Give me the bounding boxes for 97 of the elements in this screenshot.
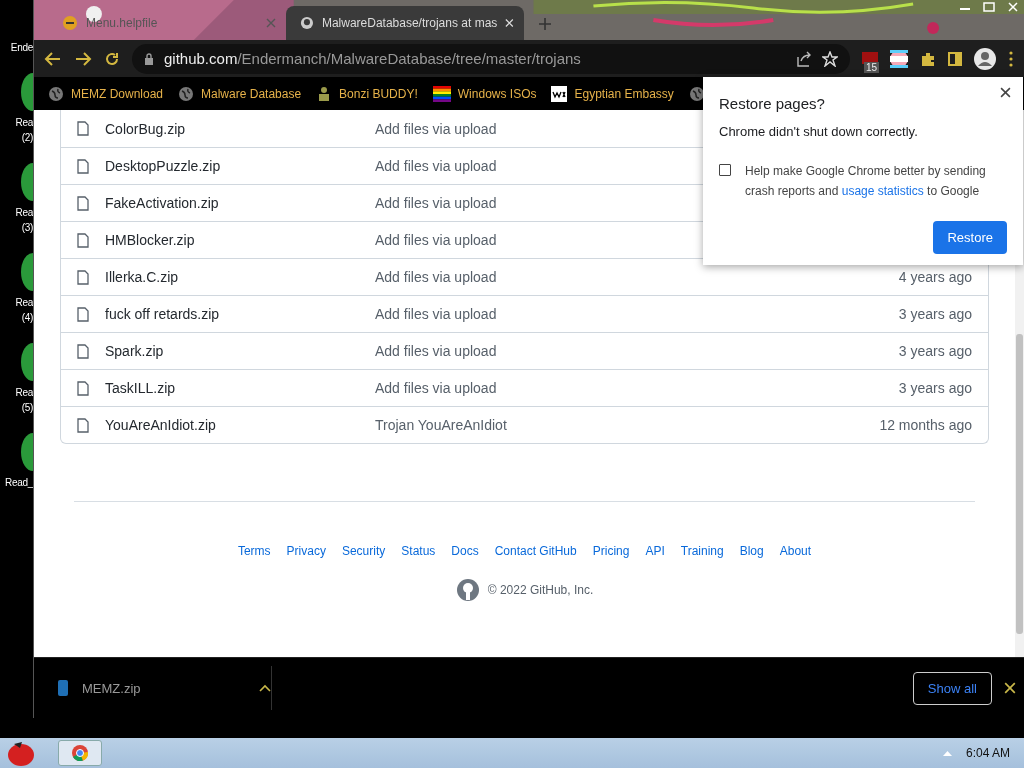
- bookmark[interactable]: Windows ISOs: [432, 85, 537, 102]
- lock-icon: [144, 52, 154, 65]
- clock[interactable]: 6:04 AM: [965, 746, 1010, 760]
- menu-icon[interactable]: [1008, 50, 1014, 67]
- taskbar-app-button[interactable]: [58, 740, 102, 766]
- file-icon: [77, 306, 89, 322]
- url-text: github.com/Endermanch/MalwareDatabase/tree/master/trojans: [164, 50, 582, 67]
- file-icon: [77, 417, 89, 433]
- maximize-icon[interactable]: [982, 2, 996, 12]
- bookmark[interactable]: Egyptian Embassy: [551, 85, 674, 102]
- puzzle-icon[interactable]: [920, 50, 936, 67]
- globe-icon: [178, 85, 195, 102]
- file-name-link[interactable]: HMBlocker.zip: [105, 232, 375, 248]
- checkbox[interactable]: [719, 164, 731, 176]
- time-text: 3 years ago: [898, 343, 972, 359]
- favicon-icon: [62, 15, 78, 31]
- close-window-icon[interactable]: [1006, 2, 1020, 12]
- forward-icon[interactable]: [74, 50, 92, 67]
- file-name-link[interactable]: Illerka.C.zip: [105, 269, 375, 285]
- commit-message-link[interactable]: Add files via upload: [375, 380, 899, 396]
- footer-link[interactable]: Security: [341, 544, 386, 558]
- file-icon: [77, 343, 89, 359]
- address-bar[interactable]: github.com/Endermanch/MalwareDatabase/tree/master/trojans: [132, 43, 850, 74]
- scroll-thumb[interactable]: [1016, 334, 1023, 634]
- footer-link[interactable]: Contact GitHub: [494, 544, 577, 558]
- time-text: 12 months ago: [879, 417, 972, 433]
- footer-link[interactable]: Training: [680, 544, 724, 558]
- back-icon[interactable]: [44, 50, 62, 67]
- browser-tab[interactable]: MalwareDatabase/trojans at mas: [286, 6, 524, 40]
- file-name-link[interactable]: YouAreAnIdiot.zip: [105, 417, 375, 433]
- file-icon: [77, 158, 89, 174]
- desktop-icon-label: Rea: [15, 206, 33, 220]
- footer-link[interactable]: About: [779, 544, 812, 558]
- reload-icon[interactable]: [104, 50, 120, 67]
- dialog-title: Restore pages?: [719, 95, 826, 112]
- badge: 15: [864, 61, 880, 73]
- rainbow-flag-icon: [432, 85, 451, 102]
- commit-message-link[interactable]: Add files via upload: [375, 306, 899, 322]
- close-icon[interactable]: [1000, 87, 1011, 98]
- file-icon: [77, 195, 89, 211]
- desktop-icon-label: Rea: [15, 296, 33, 310]
- desktop-icon-label: (3): [21, 221, 33, 235]
- logo-icon: [551, 85, 568, 102]
- file-icon: [77, 269, 89, 285]
- desktop-icon-label: (4): [21, 311, 33, 325]
- time-text: 3 years ago: [898, 306, 972, 322]
- archive-icon: [58, 680, 68, 696]
- file-name-link[interactable]: fuck off retards.zip: [105, 306, 375, 322]
- file-name-link[interactable]: Spark.zip: [105, 343, 375, 359]
- commit-message-link[interactable]: Add files via upload: [375, 269, 899, 285]
- tab-title: Menu.helpfile: [86, 16, 159, 30]
- file-icon: [77, 121, 89, 136]
- footer-link[interactable]: Terms: [237, 544, 271, 558]
- avatar-icon[interactable]: [974, 47, 996, 70]
- commit-message-link[interactable]: Trojan YouAreAnIdiot: [375, 417, 880, 433]
- footer-link[interactable]: Blog: [739, 544, 764, 558]
- caret-icon[interactable]: [259, 684, 271, 692]
- usage-statistics-link[interactable]: usage statistics: [841, 184, 924, 198]
- consent-text: Help make Google Chrome better by sending crash reports and usage statistics to Google: [745, 163, 987, 200]
- browser-icon: [72, 745, 88, 761]
- footer-link[interactable]: API: [645, 544, 665, 558]
- commit-message-link[interactable]: Add files via upload: [375, 343, 899, 359]
- footer-link[interactable]: Status: [401, 544, 436, 558]
- show-all-button[interactable]: Show all: [912, 671, 992, 705]
- copyright-text: © 2022 GitHub, Inc.: [487, 583, 594, 597]
- download-item[interactable]: MEMZ.zip: [58, 666, 272, 710]
- bookmark[interactable]: MEMZ Download: [48, 85, 164, 102]
- file-name-link[interactable]: FakeActivation.zip: [105, 195, 375, 211]
- desktop-icon-label: Ende: [10, 41, 33, 55]
- bird-icon: [6, 740, 36, 766]
- footer-link[interactable]: Pricing: [592, 544, 630, 558]
- file-name-link[interactable]: TaskILL.zip: [105, 380, 375, 396]
- share-icon[interactable]: [796, 50, 812, 67]
- tab-title: MalwareDatabase/trojans at mas: [321, 16, 498, 30]
- desktop-icon-label: (2): [21, 131, 33, 145]
- flag-icon[interactable]: [890, 49, 908, 68]
- desktop-icon-label: Rea: [15, 116, 33, 130]
- globe-icon: [688, 85, 705, 102]
- globe-icon: [48, 85, 64, 102]
- file-name-link[interactable]: DesktopPuzzle.zip: [105, 158, 375, 174]
- desktop-icon-label: Read_: [5, 476, 33, 490]
- close-icon[interactable]: [1004, 682, 1016, 694]
- desktop-icon-label: (5): [21, 401, 33, 415]
- time-text: 4 years ago: [898, 269, 972, 285]
- desktop-icon-label: Rea: [15, 386, 33, 400]
- footer-link[interactable]: Docs: [451, 544, 479, 558]
- restore-button[interactable]: Restore: [933, 221, 1007, 254]
- sidebar-icon[interactable]: [948, 51, 962, 66]
- star-icon[interactable]: [822, 50, 838, 67]
- bookmark[interactable]: Malware Database: [178, 85, 302, 102]
- file-icon: [77, 232, 89, 248]
- time-text: 3 years ago: [898, 380, 972, 396]
- dialog-message: Chrome didn't shut down correctly.: [719, 124, 919, 139]
- file-icon: [77, 380, 89, 396]
- footer-link[interactable]: Privacy: [286, 544, 326, 558]
- bookmark[interactable]: Bonzi BUDDY!: [316, 85, 418, 102]
- file-name-link[interactable]: ColorBug.zip: [105, 120, 375, 137]
